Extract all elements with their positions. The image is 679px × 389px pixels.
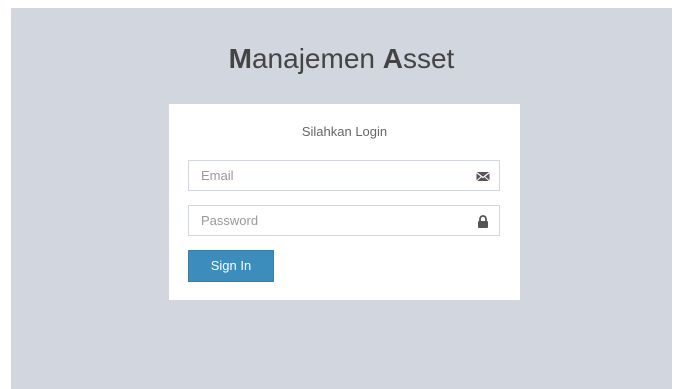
login-box-message: Silahkan Login xyxy=(301,124,388,139)
logo-word1-rest: anajemen xyxy=(251,43,383,74)
app-logo-title: Manajemen Asset xyxy=(11,42,672,76)
login-page: Manajemen Asset Silahkan Login Email Sig… xyxy=(11,8,672,389)
password-input[interactable] xyxy=(189,206,499,235)
email-input[interactable] xyxy=(189,161,499,190)
sign-in-button[interactable]: Sign In xyxy=(188,250,274,282)
logo-initial-a: A xyxy=(382,43,403,74)
email-field-group xyxy=(188,160,500,191)
logo-word2-rest: sset xyxy=(402,43,455,74)
password-field-group xyxy=(188,205,500,236)
logo-initial-m: M xyxy=(228,43,252,74)
envelope-icon xyxy=(476,170,490,183)
lock-icon xyxy=(476,215,490,228)
login-box: Silahkan Login Sign In xyxy=(169,104,520,300)
